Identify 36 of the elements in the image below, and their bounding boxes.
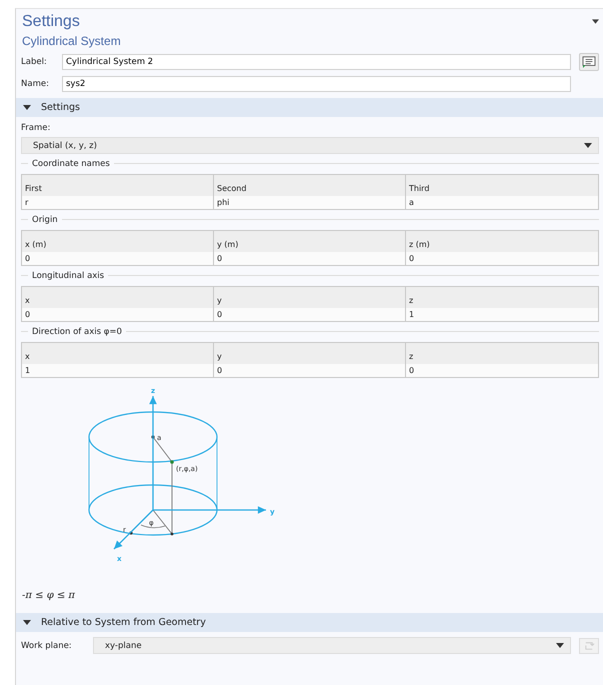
group-title: Coordinate names [32, 158, 110, 168]
column-header: Second [214, 175, 406, 196]
column-header: y [214, 343, 406, 364]
panel-subtitle: Cylindrical System [22, 34, 122, 48]
field-label: Frame: [21, 122, 52, 135]
column-header: x [22, 287, 214, 308]
field-label: Name: [21, 79, 50, 89]
column-header: Third [406, 175, 598, 196]
caret-icon [556, 643, 564, 648]
formula-text: -π ≤ φ ≤ π [21, 589, 76, 603]
field-label: Work plane: [21, 640, 73, 650]
column-header: First [22, 175, 214, 196]
group-title: Direction of axis φ=0 [32, 326, 122, 336]
x-axis-arrow [114, 510, 154, 550]
comment-icon [582, 56, 596, 68]
group-title: Origin [32, 214, 58, 224]
column-header: x [22, 343, 214, 364]
dropdown-icon[interactable] [592, 19, 599, 24]
swap-icon [584, 640, 594, 651]
column-header: y [214, 287, 406, 308]
comment-button[interactable] [579, 53, 599, 71]
column-header: z [406, 287, 598, 308]
column-header: z (m) [406, 231, 598, 252]
input-field[interactable]: Cylindrical System 2 [62, 54, 571, 70]
column-header: z [406, 343, 598, 364]
column-header: y (m) [214, 231, 406, 252]
panel-title: Settings [22, 13, 80, 31]
section-header[interactable]: Relative to System from Geometry [16, 613, 603, 632]
column-header: x (m) [22, 231, 214, 252]
input-field[interactable]: sys2 [62, 76, 571, 92]
group-title: Longitudinal axis [32, 270, 104, 280]
frame-dropdown[interactable]: Spatial (x, y, z) [21, 137, 599, 154]
field-label: Label: [21, 57, 48, 67]
caret-icon [584, 143, 592, 148]
work-plane-dropdown[interactable]: xy-plane [93, 637, 571, 654]
section-header[interactable]: Settings [16, 98, 603, 117]
